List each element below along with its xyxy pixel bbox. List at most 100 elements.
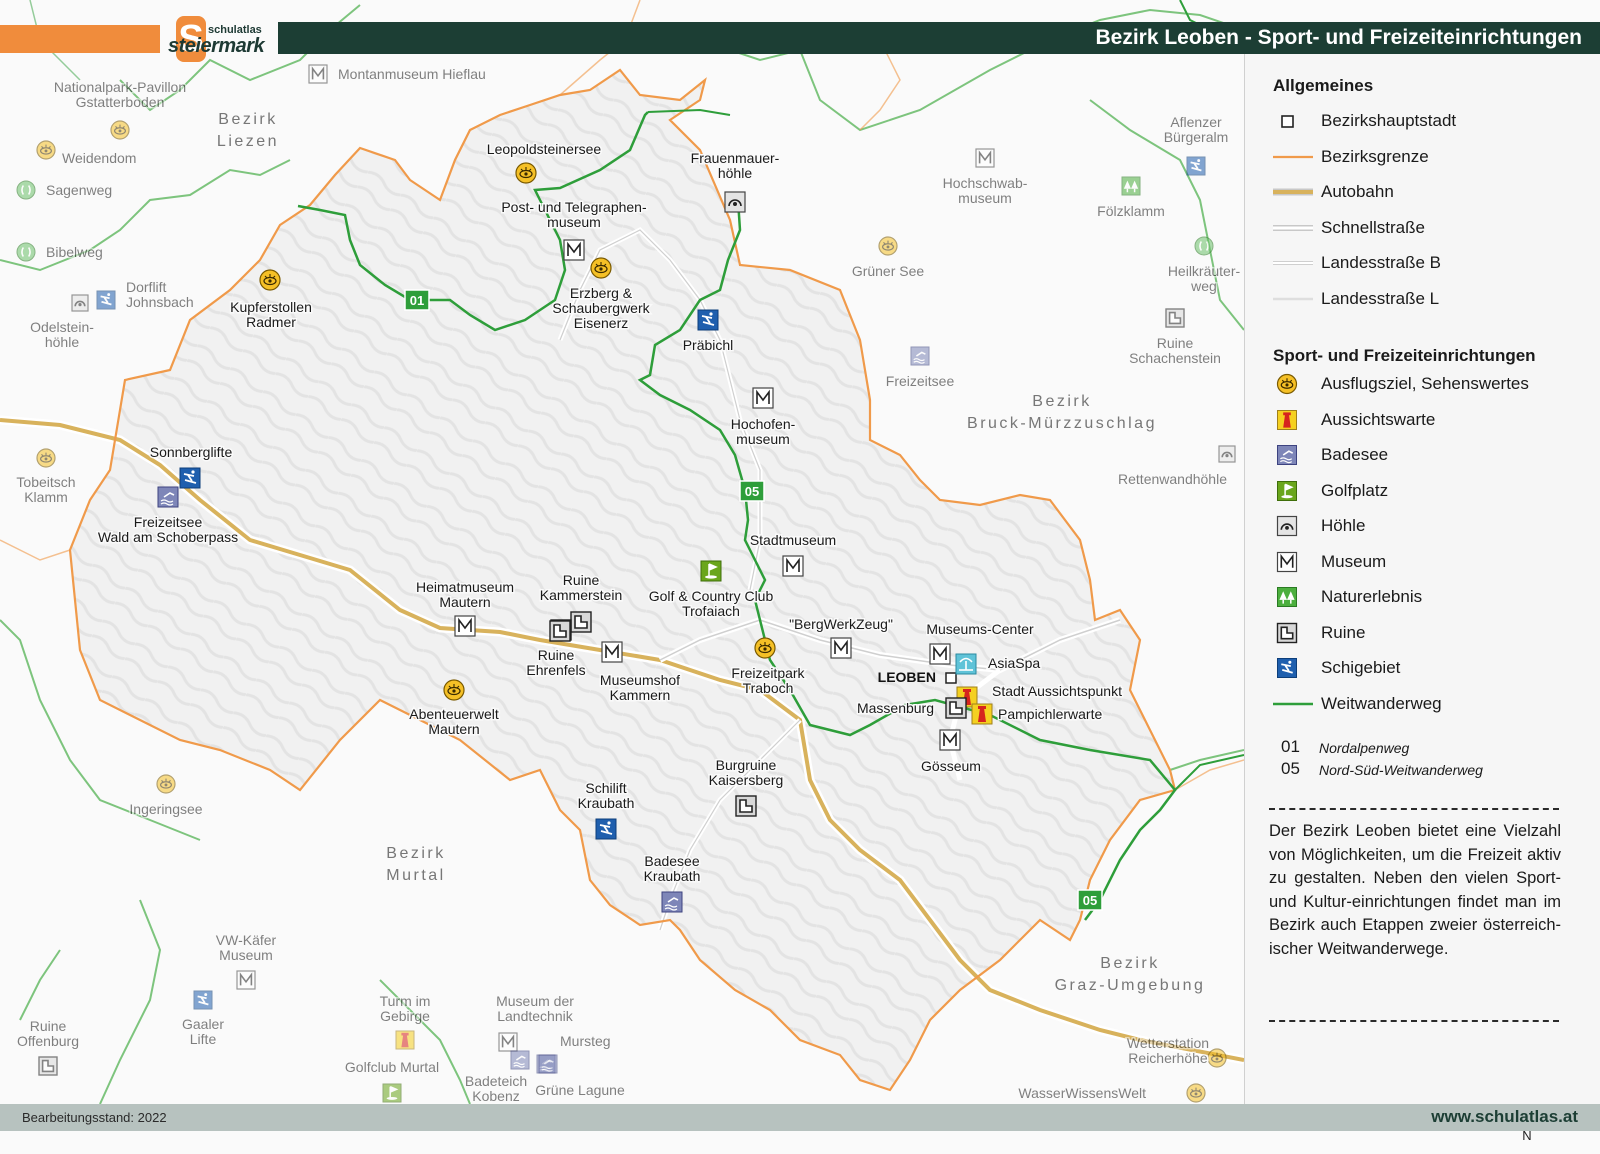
place-label: Wetterstation Reicherhöhe <box>1127 1035 1209 1066</box>
place-label: Freizeitsee <box>886 373 955 389</box>
place-massenburg[interactable]: Massenburg <box>855 697 967 719</box>
place-label: Schilift Kraubath <box>578 780 635 811</box>
legend-route-name-01: Nordalpenweg <box>1319 740 1410 756</box>
nature-icon <box>1194 236 1214 256</box>
place-label: Montanmuseum Hieflau <box>338 66 486 82</box>
attraction-icon <box>36 140 56 160</box>
legend-item-nature-experience: Naturerlebnis <box>1273 582 1422 612</box>
ski-area-icon <box>1273 655 1301 681</box>
museum-icon <box>782 555 804 577</box>
district-border-line-icon <box>1273 144 1313 170</box>
place-label: Ingeringsee <box>129 801 202 817</box>
long-distance-trail-line-icon <box>1273 691 1313 717</box>
footer-bar: Bearbeitungsstand: 2022 www.schulatlas.a… <box>0 1104 1600 1131</box>
cave-icon <box>71 294 89 312</box>
legend-item-motorway: Autobahn <box>1273 177 1394 207</box>
motorway-line-icon <box>1273 179 1313 205</box>
header-accent-bar <box>0 25 160 53</box>
legend-label: Naturerlebnis <box>1321 587 1423 606</box>
attraction-icon <box>443 679 465 701</box>
place-label: Sagenweg <box>46 182 112 198</box>
legend-general-title: Allgemeines <box>1273 76 1374 95</box>
attraction-icon <box>259 269 281 291</box>
place-label: Badesee Kraubath <box>644 853 701 884</box>
museum-icon <box>1273 549 1301 575</box>
museum-icon <box>752 387 774 409</box>
legend-route-number-05: 05 <box>1281 759 1300 778</box>
place-sagenweg[interactable]: Sagenweg <box>16 180 114 200</box>
legend-item-long-distance-trail: Weitwanderweg <box>1273 689 1442 719</box>
place-label: Rettenwandhöhle <box>1118 471 1227 487</box>
place-label: Golfclub Murtal <box>345 1059 439 1075</box>
legend-item-state-road-b: Landesstraße B <box>1273 248 1441 278</box>
tower-icon <box>971 703 993 725</box>
svg-text:05: 05 <box>745 484 759 499</box>
ruin-icon <box>38 1056 58 1076</box>
legend-label: Ausflugsziel, Sehenswertes <box>1321 374 1529 393</box>
place-label: Museum der Landtechnik <box>496 993 574 1024</box>
museum-icon <box>308 64 328 84</box>
legend-item-attraction: Ausflugsziel, Sehenswertes <box>1273 369 1529 399</box>
attraction-icon <box>1207 1048 1227 1068</box>
place-label: Aflenzer Bürgeralm <box>1164 114 1229 145</box>
legend-label: Schnellstraße <box>1321 217 1425 237</box>
place-label: Museums-Center <box>926 621 1034 637</box>
place-label: Stadt Aussichtspunkt <box>992 683 1122 699</box>
museum-icon <box>975 148 995 168</box>
legend-item-expressway: Schnellstraße <box>1273 213 1425 243</box>
legend-route-name-05: Nord-Süd-Weitwanderweg <box>1319 762 1483 778</box>
nature-icon <box>16 180 36 200</box>
state-road-b-line-icon <box>1273 250 1313 276</box>
place-pampichlerwarte[interactable]: Pampichlerwarte <box>971 703 1104 725</box>
ski-icon <box>595 818 617 840</box>
legend-label: Schigebiet <box>1321 658 1401 677</box>
ski-icon <box>96 290 116 310</box>
legend-item-ski-area: Schigebiet <box>1273 653 1400 683</box>
legend-item-state-road-l: Landesstraße L <box>1273 284 1439 314</box>
museum-icon <box>929 643 951 665</box>
place-label: Mursteg <box>560 1033 611 1049</box>
place-label: Präbichl <box>683 337 734 353</box>
nature-experience-icon <box>1273 584 1301 610</box>
place-label: Weidendom <box>62 150 136 166</box>
legend-item-ruin: Ruine <box>1273 618 1365 648</box>
bath-icon <box>661 891 683 913</box>
cave-icon <box>1218 445 1236 463</box>
legend-item-district-border: Bezirksgrenze <box>1273 142 1429 172</box>
museum-icon <box>830 637 852 659</box>
footer-status: Bearbeitungsstand: 2022 <box>22 1110 167 1125</box>
attraction-icon <box>156 774 176 794</box>
nature-icon <box>16 242 36 262</box>
ski-icon <box>1186 156 1206 176</box>
museum-icon <box>236 970 256 990</box>
golf-icon <box>700 560 722 582</box>
legend-item-cave: Höhle <box>1273 511 1365 541</box>
attraction-icon <box>754 637 776 659</box>
place-label: Burgruine Kaisersberg <box>709 757 784 788</box>
footer-url[interactable]: www.schulatlas.at <box>1431 1107 1578 1127</box>
legend-divider <box>1269 808 1559 810</box>
place-label: Grüner See <box>852 263 925 279</box>
legend-label: Badesee <box>1321 445 1389 464</box>
map-canvas[interactable]: 01 05 05 Bezirk LiezenBezirk Bruck-Mürzzus… <box>0 0 1244 1104</box>
attraction-icon <box>515 162 537 184</box>
bath-icon <box>538 1054 558 1074</box>
place-label: Museumshof Kammern <box>600 672 680 703</box>
museum-icon <box>939 729 961 751</box>
logo-bottom-text: steiermark <box>168 35 265 57</box>
place-label: Fölzklamm <box>1097 203 1165 219</box>
museum-icon <box>601 641 623 663</box>
state-road-l-line-icon <box>1273 286 1313 312</box>
attraction-icon <box>110 120 130 140</box>
title-bar: Bezirk Leoben - Sport- und Freizeiteinri… <box>278 22 1600 54</box>
schulatlas-logo[interactable]: S schulatlas steiermark <box>168 16 272 62</box>
cave-icon <box>724 191 746 213</box>
attraction-icon <box>1186 1083 1206 1103</box>
legend-label: Ruine <box>1321 622 1366 642</box>
place-label: Sonnberglifte <box>150 444 233 460</box>
place-bibelweg[interactable]: Bibelweg <box>16 242 104 262</box>
legend-label: Weitwanderweg <box>1321 693 1442 713</box>
place-label: VW-Käfer Museum <box>216 932 277 963</box>
svg-text:01: 01 <box>410 293 424 308</box>
legend-label: Bezirkshauptstadt <box>1321 111 1457 130</box>
